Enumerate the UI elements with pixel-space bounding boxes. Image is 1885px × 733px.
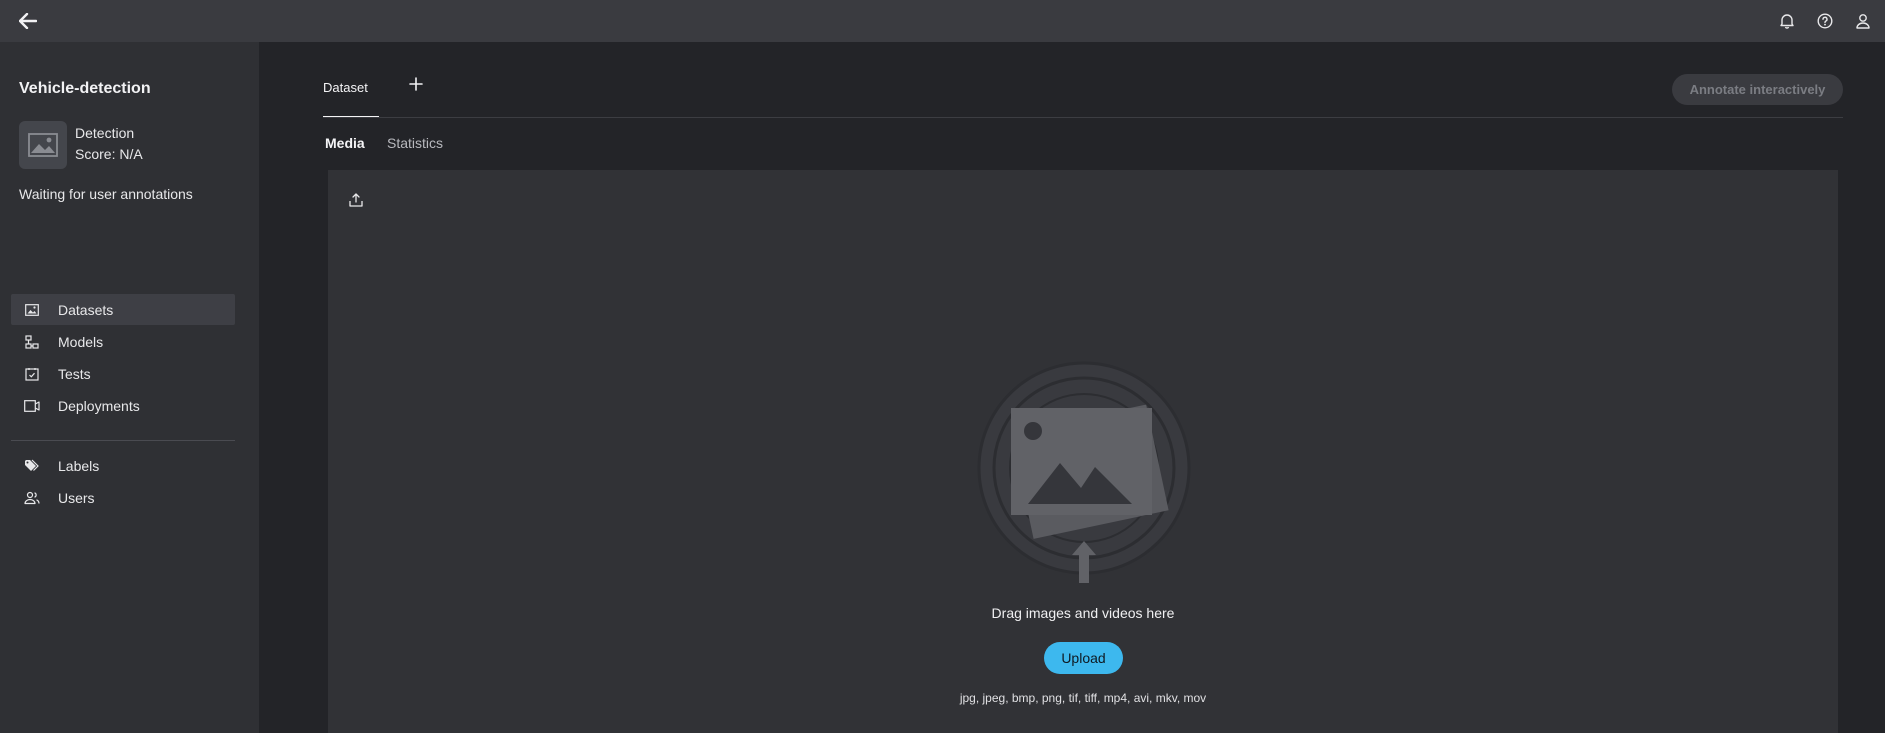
- sidebar-item-label: Deployments: [58, 397, 140, 414]
- sidebar-item-models[interactable]: Models: [11, 326, 235, 357]
- sidebar-nav-secondary: Labels Users: [11, 450, 235, 514]
- tabs-divider: [323, 117, 1843, 118]
- sidebar-item-label: Users: [58, 489, 95, 506]
- sidebar-item-labels[interactable]: Labels: [11, 450, 235, 481]
- sidebar-item-deployments[interactable]: Deployments: [11, 390, 235, 421]
- image-upload-illustration-icon: [977, 361, 1191, 583]
- sidebar-divider: [11, 440, 235, 441]
- sidebar-item-label: Tests: [58, 365, 91, 382]
- bell-icon[interactable]: [1775, 9, 1799, 33]
- tab-dataset[interactable]: Dataset: [323, 80, 368, 95]
- models-icon: [24, 334, 40, 350]
- media-dropzone[interactable]: Drag images and videos here Upload jpg, …: [328, 170, 1838, 733]
- image-placeholder-icon: [28, 133, 58, 157]
- help-icon[interactable]: [1813, 9, 1837, 33]
- subtab-statistics[interactable]: Statistics: [387, 135, 443, 151]
- sidebar-item-label: Datasets: [58, 301, 114, 318]
- sidebar-item-users[interactable]: Users: [11, 482, 235, 513]
- sidebar-item-label: Models: [58, 333, 104, 350]
- image-icon: [24, 302, 40, 318]
- deployments-icon: [24, 398, 40, 414]
- sidebar-item-tests[interactable]: Tests: [11, 358, 235, 389]
- project-thumbnail: [19, 121, 67, 169]
- top-bar: [0, 0, 1885, 42]
- sidebar-item-label: Labels: [58, 457, 100, 474]
- dropzone-instruction: Drag images and videos here: [991, 605, 1175, 621]
- project-status: Waiting for user annotations: [19, 186, 193, 202]
- back-arrow-icon[interactable]: [16, 9, 40, 33]
- annotate-interactively-button[interactable]: Annotate interactively: [1672, 74, 1843, 105]
- main-content: Dataset Annotate interactively Media Sta…: [259, 42, 1885, 733]
- top-bar-actions: [1775, 9, 1875, 33]
- upload-illustration: [977, 361, 1191, 587]
- supported-formats: jpg, jpeg, bmp, png, tif, tiff, mp4, avi…: [959, 691, 1207, 705]
- upload-button[interactable]: Upload: [1044, 642, 1123, 674]
- sidebar-item-datasets[interactable]: Datasets: [11, 294, 235, 325]
- subtab-media[interactable]: Media: [325, 135, 365, 151]
- users-icon: [24, 490, 40, 506]
- tests-icon: [24, 366, 40, 382]
- add-dataset-plus-icon[interactable]: [404, 72, 428, 96]
- sidebar-nav: Datasets Models Tests Deployments: [11, 294, 235, 422]
- project-task-type: Detection: [75, 125, 135, 141]
- project-task-info: Detection Score: N/A: [75, 123, 143, 165]
- upload-icon[interactable]: [347, 191, 365, 209]
- project-name: Vehicle-detection: [19, 80, 151, 97]
- project-score: Score: N/A: [75, 146, 143, 162]
- sidebar: Vehicle-detection Detection Score: N/A W…: [0, 42, 259, 733]
- labels-icon: [24, 458, 40, 474]
- user-icon[interactable]: [1851, 9, 1875, 33]
